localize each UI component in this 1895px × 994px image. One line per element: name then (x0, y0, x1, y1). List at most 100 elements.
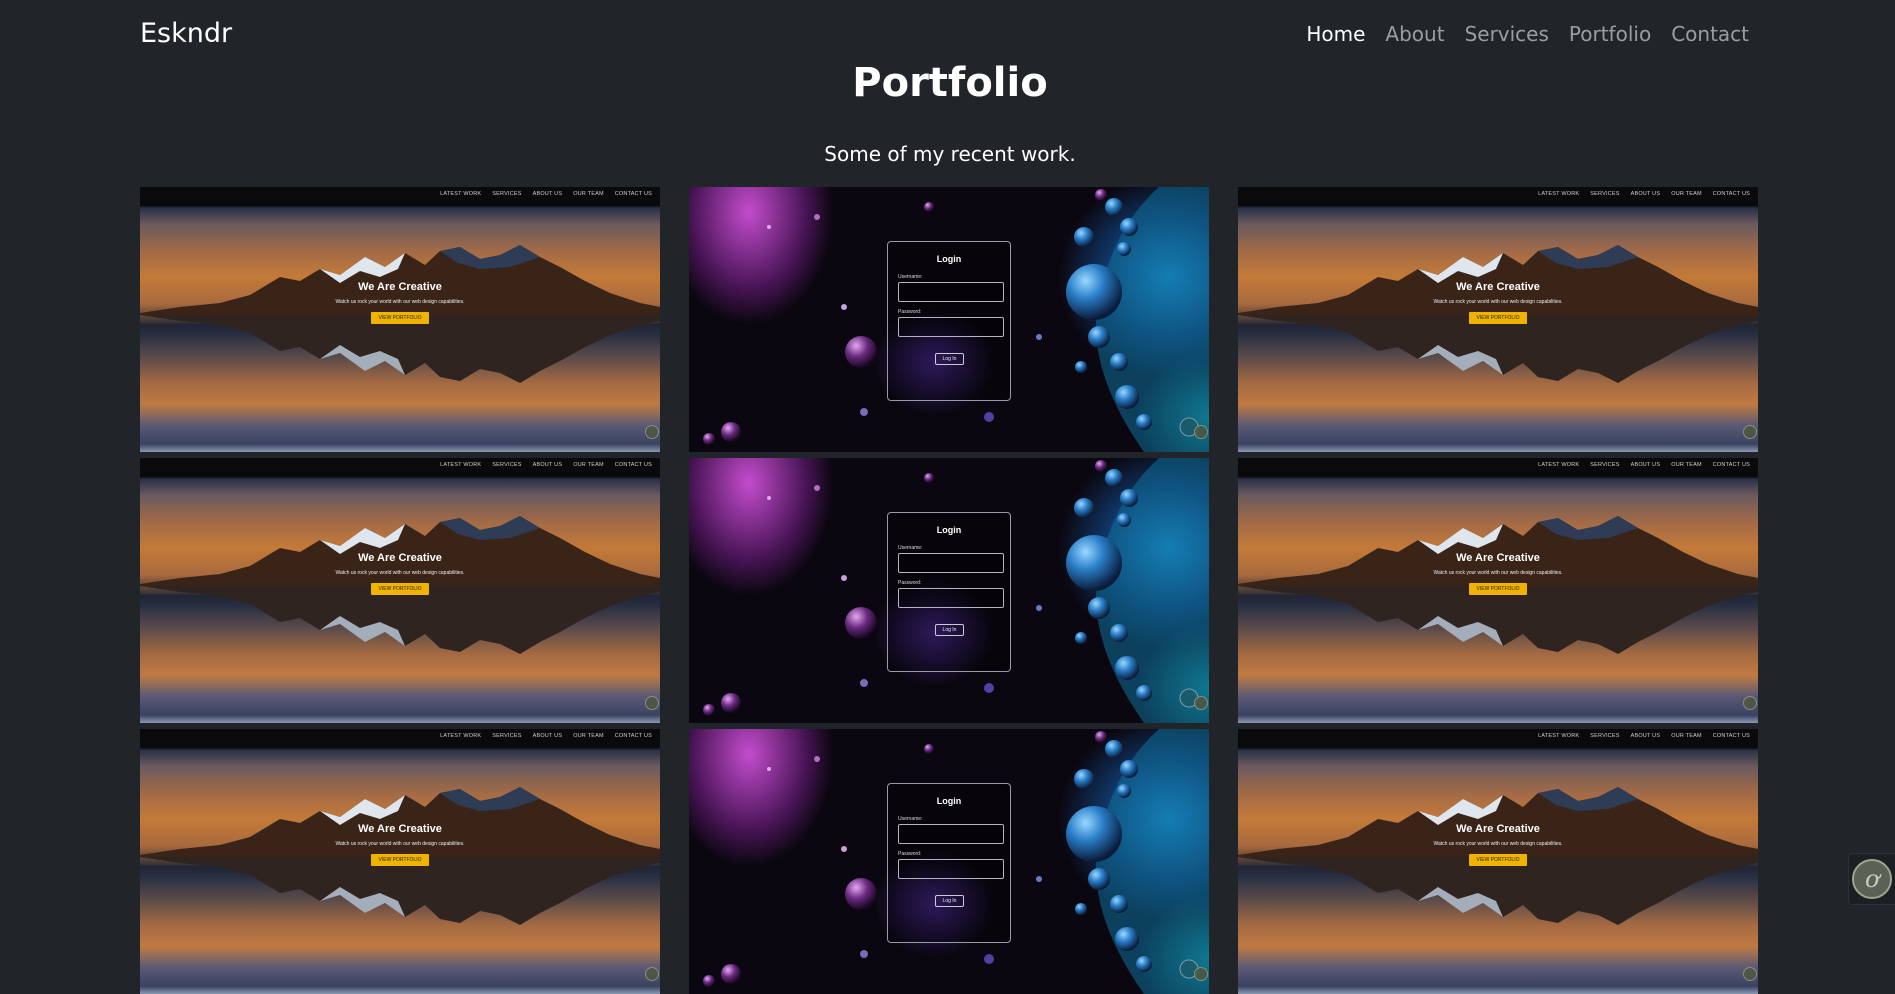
mini-nav-item: OUR TEAM (573, 191, 604, 197)
hero-heading: We Are Creative (358, 281, 442, 293)
badge-icon (1743, 425, 1757, 439)
password-label: Password: (898, 851, 922, 857)
mini-nav: LATEST WORK SERVICES ABOUT US OUR TEAM C… (440, 191, 652, 197)
badge-icon (1194, 696, 1208, 710)
hero: We Are Creative Watch us rock your world… (140, 823, 660, 866)
hero: We Are Creative Watch us rock your world… (140, 281, 660, 324)
nav-link-portfolio[interactable]: Portfolio (1569, 22, 1651, 46)
mini-nav-item: ABOUT US (532, 462, 563, 468)
mini-nav-item: CONTACT US (1712, 733, 1750, 739)
view-portfolio-button: VIEW PORTFOLIO (370, 312, 430, 324)
hero-heading: We Are Creative (1456, 823, 1540, 835)
badge-icon (1194, 425, 1208, 439)
view-portfolio-button: VIEW PORTFOLIO (1468, 583, 1528, 595)
mini-nav-item: LATEST WORK (1538, 191, 1580, 197)
portfolio-item-creative[interactable]: LATEST WORK SERVICES ABOUT US OUR TEAM C… (140, 729, 660, 994)
mini-nav-item: SERVICES (1590, 191, 1620, 197)
hero-heading: We Are Creative (1456, 552, 1540, 564)
view-portfolio-button: VIEW PORTFOLIO (1468, 312, 1528, 324)
portfolio-item-login[interactable]: Login Username: Password: Log In (689, 458, 1209, 723)
portfolio-item-creative[interactable]: LATEST WORK SERVICES ABOUT US OUR TEAM C… (1238, 458, 1758, 723)
hero: We Are Creative Watch us rock your world… (1238, 552, 1758, 595)
hero-tagline: Watch us rock your world with our web de… (1433, 299, 1563, 305)
mini-nav-item: LATEST WORK (440, 191, 482, 197)
portfolio-item-creative[interactable]: LATEST WORK SERVICES ABOUT US OUR TEAM C… (1238, 729, 1758, 994)
chat-widget[interactable]: ơ (1848, 853, 1895, 905)
hero: We Are Creative Watch us rock your world… (1238, 823, 1758, 866)
mini-nav-item: ABOUT US (532, 191, 563, 197)
hero-tagline: Watch us rock your world with our web de… (335, 299, 465, 305)
mini-nav-item: CONTACT US (1712, 191, 1750, 197)
nav-links: Home About Services Portfolio Contact (1306, 22, 1749, 46)
mini-nav-item: CONTACT US (614, 733, 652, 739)
password-label: Password: (898, 309, 922, 315)
password-label: Password: (898, 580, 922, 586)
username-label: Username: (898, 545, 923, 551)
mini-nav-item: CONTACT US (614, 462, 652, 468)
login-card: Login Username: Password: Log In (887, 783, 1011, 943)
badge-icon (645, 967, 659, 981)
hero-tagline: Watch us rock your world with our web de… (1433, 841, 1563, 847)
mini-nav-item: SERVICES (492, 191, 522, 197)
login-button: Log In (935, 353, 964, 365)
username-label: Username: (898, 274, 923, 280)
mini-nav-item: ABOUT US (1630, 733, 1661, 739)
hero-tagline: Watch us rock your world with our web de… (335, 570, 465, 576)
username-field (898, 553, 1004, 573)
nav-link-home[interactable]: Home (1306, 22, 1365, 46)
hero-heading: We Are Creative (358, 823, 442, 835)
hero-tagline: Watch us rock your world with our web de… (335, 841, 465, 847)
mini-nav-item: ABOUT US (532, 733, 563, 739)
badge-icon (1743, 967, 1757, 981)
password-field (898, 859, 1004, 879)
view-portfolio-button: VIEW PORTFOLIO (370, 854, 430, 866)
badge-icon (645, 696, 659, 710)
view-portfolio-button: VIEW PORTFOLIO (370, 583, 430, 595)
login-button: Log In (935, 895, 964, 907)
mini-nav-item: OUR TEAM (1671, 733, 1702, 739)
brand-logo[interactable]: Eskndr (140, 18, 232, 49)
mini-nav-item: SERVICES (1590, 462, 1620, 468)
portfolio-item-creative[interactable]: LATEST WORK SERVICES ABOUT US OUR TEAM C… (140, 458, 660, 723)
chat-widget-icon: ơ (1852, 859, 1892, 899)
portfolio-grid: LATEST WORK SERVICES ABOUT US OUR TEAM C… (140, 187, 1760, 994)
password-field (898, 588, 1004, 608)
portfolio-item-creative[interactable]: LATEST WORK SERVICES ABOUT US OUR TEAM C… (140, 187, 660, 452)
mini-nav: LATEST WORK SERVICES ABOUT US OUR TEAM C… (440, 733, 652, 739)
widget-glyph: ơ (1865, 865, 1880, 893)
mini-nav: LATEST WORK SERVICES ABOUT US OUR TEAM C… (1538, 733, 1750, 739)
login-card: Login Username: Password: Log In (887, 512, 1011, 672)
password-field (898, 317, 1004, 337)
nav-link-contact[interactable]: Contact (1671, 22, 1749, 46)
hero-heading: We Are Creative (1456, 281, 1540, 293)
login-card: Login Username: Password: Log In (887, 241, 1011, 401)
hero: We Are Creative Watch us rock your world… (1238, 281, 1758, 324)
login-heading: Login (936, 525, 962, 535)
mini-nav: LATEST WORK SERVICES ABOUT US OUR TEAM C… (1538, 462, 1750, 468)
username-field (898, 824, 1004, 844)
mini-nav-item: OUR TEAM (1671, 191, 1702, 197)
username-field (898, 282, 1004, 302)
mini-nav-item: CONTACT US (1712, 462, 1750, 468)
username-label: Username: (898, 816, 923, 822)
nav-link-services[interactable]: Services (1465, 22, 1549, 46)
mini-nav-item: LATEST WORK (1538, 733, 1580, 739)
mini-nav: LATEST WORK SERVICES ABOUT US OUR TEAM C… (1538, 191, 1750, 197)
badge-icon (1194, 967, 1208, 981)
mini-nav-item: ABOUT US (1630, 462, 1661, 468)
portfolio-item-creative[interactable]: LATEST WORK SERVICES ABOUT US OUR TEAM C… (1238, 187, 1758, 452)
login-heading: Login (936, 254, 962, 264)
mini-nav-item: ABOUT US (1630, 191, 1661, 197)
hero: We Are Creative Watch us rock your world… (140, 552, 660, 595)
mini-nav-item: SERVICES (492, 462, 522, 468)
view-portfolio-button: VIEW PORTFOLIO (1468, 854, 1528, 866)
hero-heading: We Are Creative (358, 552, 442, 564)
mini-nav: LATEST WORK SERVICES ABOUT US OUR TEAM C… (440, 462, 652, 468)
portfolio-item-login[interactable]: Login Username: Password: Log In (689, 729, 1209, 994)
login-heading: Login (936, 796, 962, 806)
mini-nav-item: LATEST WORK (440, 733, 482, 739)
nav-link-about[interactable]: About (1385, 22, 1444, 46)
mini-nav-item: OUR TEAM (573, 462, 604, 468)
portfolio-item-login[interactable]: Login Username: Password: Log In (689, 187, 1209, 452)
mini-nav-item: CONTACT US (614, 191, 652, 197)
